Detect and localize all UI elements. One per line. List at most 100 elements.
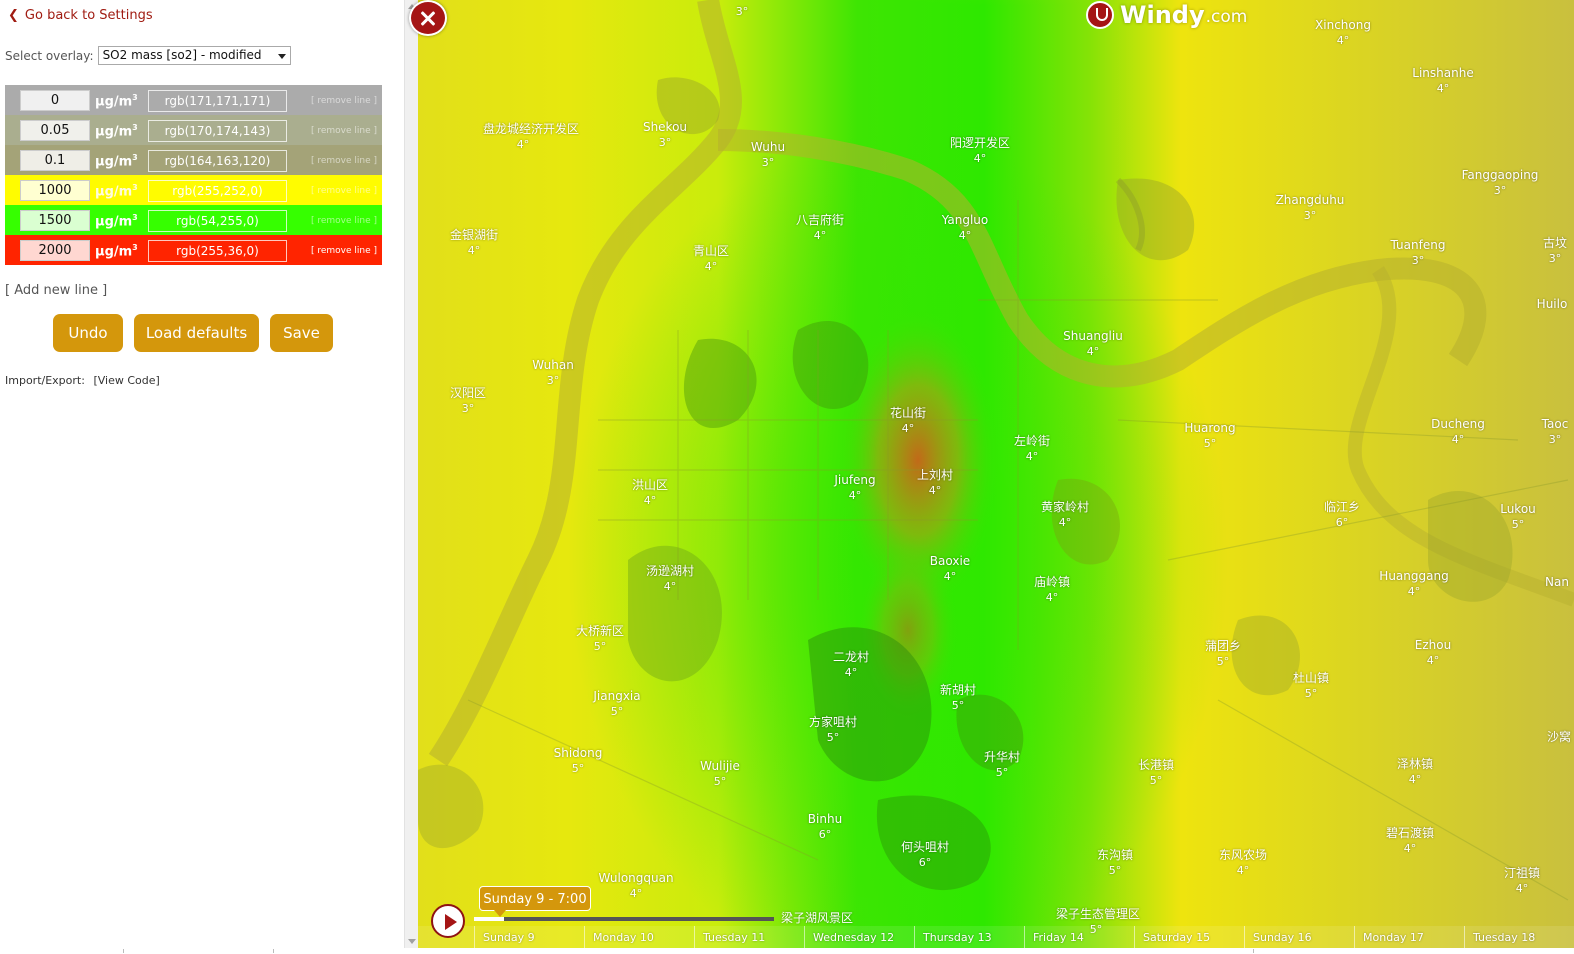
map-label: Linshanhe 4° <box>1412 66 1474 95</box>
map-label: Wulijie 5° <box>700 759 740 788</box>
play-button[interactable] <box>431 904 465 938</box>
timeline-day[interactable]: Sunday 16 <box>1244 926 1354 948</box>
map-label: Ezhou 4° <box>1414 638 1452 667</box>
map-label: Jiangxia 5° <box>593 689 641 718</box>
legend-value-input[interactable]: 0 <box>20 90 90 111</box>
map-label: 上刘村 4° <box>916 468 953 497</box>
map-label: 金银湖街 4° <box>449 228 498 257</box>
dropdown-caret-icon <box>277 54 286 59</box>
back-to-settings-link[interactable]: ❮ Go back to Settings <box>8 8 153 23</box>
map-label: 阳逻开发区 4° <box>949 136 1010 165</box>
timeline-day[interactable]: Saturday 15 <box>1134 926 1244 948</box>
legend-value-input[interactable]: 1000 <box>20 180 90 201</box>
map-canvas[interactable]: 3° Xinchong 4° Linshanhe 4° 盘龙城经济开发区 4° Shekou 3… <box>418 0 1574 948</box>
map-label: Xinchong 4° <box>1315 18 1371 47</box>
map-label: Zhangduhu 3° <box>1275 193 1345 222</box>
legend-value-input[interactable]: 0.1 <box>20 150 90 171</box>
legend-color-input[interactable]: rgb(255,252,0) <box>148 180 287 202</box>
legend-value-input[interactable]: 2000 <box>20 240 90 261</box>
legend-unit: μg/m3 <box>95 243 138 260</box>
timeline-day[interactable]: Monday 10 <box>584 926 694 948</box>
map-label: 盘龙城经济开发区 4° <box>483 122 580 151</box>
panel-scrollbar[interactable] <box>404 0 418 948</box>
map-label: 3° <box>735 5 749 18</box>
map-label: 碧石渡镇 4° <box>1385 826 1434 855</box>
map-label: Lukou 5° <box>1500 502 1536 531</box>
add-new-line-link[interactable]: [ Add new line ] <box>5 283 107 298</box>
current-time-label: Sunday 9 - 7:00 <box>479 886 591 917</box>
legend-row: 0.05 μg/m3 rgb(170,174,143) [ remove line ] <box>5 115 382 145</box>
legend-color-input[interactable]: rgb(164,163,120) <box>148 150 287 172</box>
overlay-select[interactable]: SO2 mass [so2] - modified <box>97 46 291 65</box>
timeline-days: Sunday 9 Monday 10 Tuesday 11 Wednesday 12 T… <box>474 926 1574 948</box>
map-label: 花山街 4° <box>889 406 926 435</box>
legend-row: 1500 μg/m3 rgb(54,255,0) [ remove line ] <box>5 205 382 235</box>
timeline-day[interactable]: Friday 14 <box>1024 926 1134 948</box>
window-bottom-strip <box>0 948 1574 954</box>
legend-color-input[interactable]: rgb(171,171,171) <box>148 90 287 112</box>
windy-logo-icon <box>1086 1 1114 29</box>
save-button[interactable]: Save <box>270 314 333 352</box>
map-label: 杜山镇 5° <box>1292 671 1329 700</box>
legend-value-input[interactable]: 0.05 <box>20 120 90 141</box>
remove-line-link[interactable]: [ remove line ] <box>311 246 377 256</box>
map-label: Ducheng 4° <box>1431 417 1485 446</box>
map-label: Binhu 6° <box>807 812 843 841</box>
legend-unit: μg/m3 <box>95 153 138 170</box>
map-label: Huilo <box>1536 297 1568 311</box>
map-label: Shuangliu 4° <box>1063 329 1123 358</box>
map-label: 汤逊湖村 4° <box>645 564 694 593</box>
timeline-day[interactable]: Monday 17 <box>1354 926 1464 948</box>
timeline-day[interactable]: Sunday 9 <box>474 926 584 948</box>
timeline-day[interactable]: Tuesday 11 <box>694 926 804 948</box>
map-label: 汀祖镇 4° <box>1503 866 1540 895</box>
remove-line-link[interactable]: [ remove line ] <box>311 186 377 196</box>
scroll-down-icon[interactable] <box>408 939 416 944</box>
legend-color-input[interactable]: rgb(255,36,0) <box>148 240 287 262</box>
overlay-settings-panel: ❮ Go back to Settings Select overlay: SO… <box>0 0 404 948</box>
overlay-label: Select overlay: <box>5 48 94 63</box>
map-label: 何头咀村 6° <box>900 840 949 869</box>
close-overlay-button[interactable] <box>409 0 447 36</box>
map-label: 泽林镇 4° <box>1396 757 1433 786</box>
load-defaults-button[interactable]: Load defaults <box>134 314 259 352</box>
map-label: 左岭街 4° <box>1013 434 1050 463</box>
undo-button[interactable]: Undo <box>53 314 123 352</box>
legend-color-input[interactable]: rgb(170,174,143) <box>148 120 287 142</box>
chevron-left-icon: ❮ <box>8 8 19 23</box>
legend-value-input[interactable]: 1500 <box>20 210 90 231</box>
map-label: Huanggang 4° <box>1379 569 1449 598</box>
map-label: 大桥新区 5° <box>575 624 624 653</box>
map-label: 东风农场 4° <box>1218 848 1267 877</box>
map-label: Baoxie 4° <box>929 554 971 583</box>
map-label: Shidong 5° <box>553 746 603 775</box>
map-label: 蒲团乡 5° <box>1204 639 1241 668</box>
remove-line-link[interactable]: [ remove line ] <box>311 156 377 166</box>
timeline-day[interactable]: Tuesday 18 <box>1464 926 1574 948</box>
remove-line-link[interactable]: [ remove line ] <box>311 216 377 226</box>
brand-name: Windy <box>1120 1 1205 29</box>
timeline-track[interactable] <box>474 917 774 921</box>
map-label: 汉阳区 3° <box>449 386 486 415</box>
map-label: 长港镇 5° <box>1137 758 1174 787</box>
brand-suffix: .com <box>1205 7 1248 27</box>
view-code-link[interactable]: [View Code] <box>93 374 159 387</box>
map-label: Shekou 3° <box>642 120 688 149</box>
legend-unit: μg/m3 <box>95 183 138 200</box>
map-label: 沙窝 <box>1546 730 1571 744</box>
timeline-day[interactable]: Wednesday 12 <box>804 926 914 948</box>
import-export-label: Import/Export: <box>5 374 85 387</box>
overlay-select-value: SO2 mass [so2] - modified <box>102 48 262 62</box>
remove-line-link[interactable]: [ remove line ] <box>311 126 377 136</box>
legend-row: 0.1 μg/m3 rgb(164,163,120) [ remove line ] <box>5 145 382 175</box>
legend-color-input[interactable]: rgb(54,255,0) <box>148 210 287 232</box>
map-label: 庙岭镇 4° <box>1033 575 1070 604</box>
windy-brand: Windy .com <box>1086 0 1247 30</box>
timeline-day[interactable]: Thursday 13 <box>914 926 1024 948</box>
map-label: 新胡村 5° <box>939 683 976 712</box>
remove-line-link[interactable]: [ remove line ] <box>311 96 377 106</box>
map-label: Nan <box>1545 575 1569 589</box>
map-label: 洪山区 4° <box>631 478 668 507</box>
map-label: Wuhan 3° <box>532 358 574 387</box>
map-label: 临江乡 6° <box>1323 500 1360 529</box>
